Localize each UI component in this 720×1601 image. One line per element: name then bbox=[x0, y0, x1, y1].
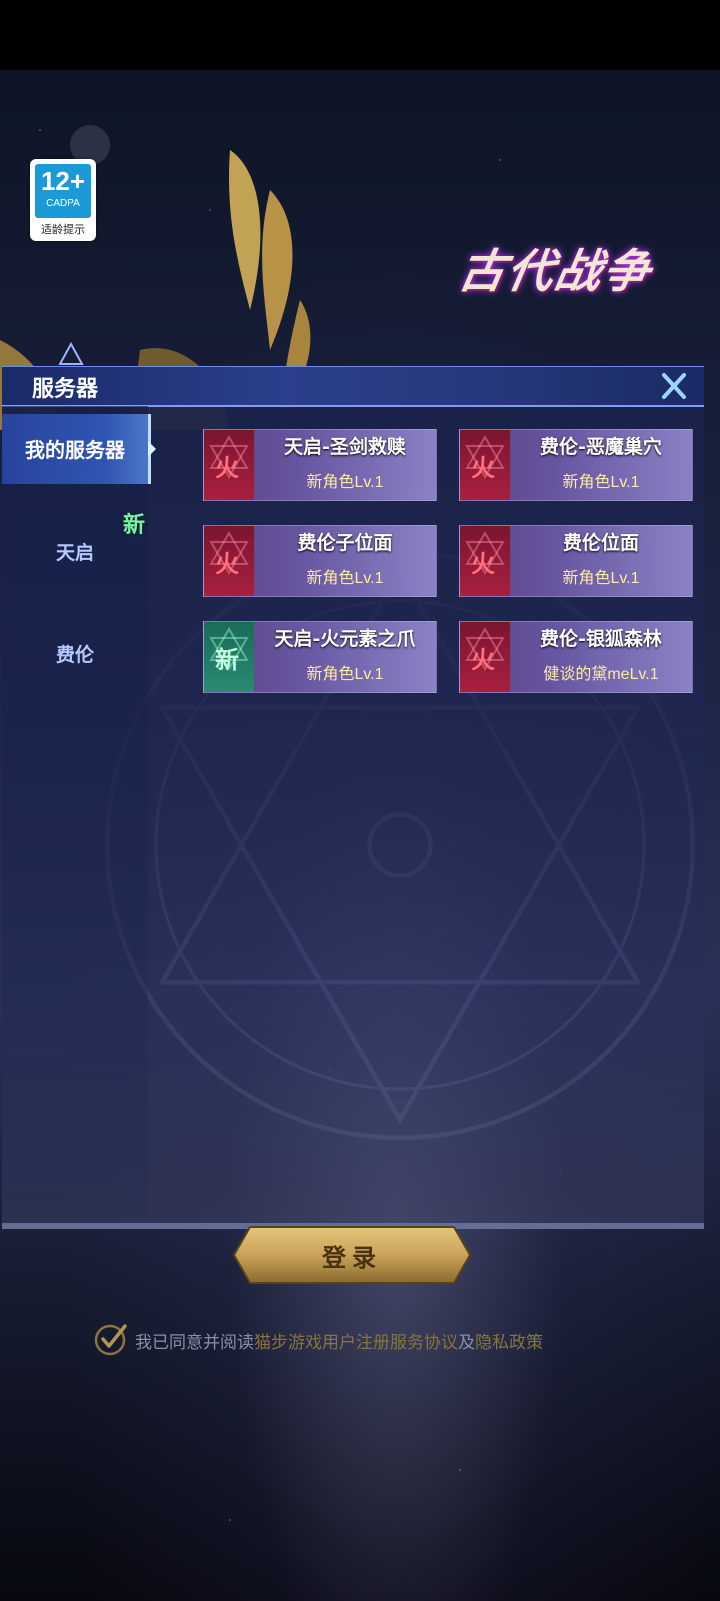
server-name: 费伦子位面 bbox=[297, 532, 393, 554]
server-role: 新角色Lv.1 bbox=[306, 666, 384, 683]
status-bar bbox=[0, 0, 720, 70]
badge-label: 火 bbox=[215, 453, 239, 482]
new-tag: 新 bbox=[123, 512, 146, 538]
game-logo: 古代战争 bbox=[440, 195, 710, 325]
agreement-row: 我已同意并阅读猫步游戏用户注册服务协议及隐私政策 bbox=[93, 1320, 633, 1360]
server-name: 天启-圣剑救赎 bbox=[284, 436, 406, 458]
sidebar-item-label: 费伦 bbox=[55, 644, 94, 666]
server-card[interactable]: 火 天启-圣剑救赎 新角色Lv.1 bbox=[203, 429, 437, 501]
server-status-badge: 火 bbox=[204, 526, 254, 596]
badge-label: 火 bbox=[471, 645, 495, 674]
privacy-policy-link[interactable]: 隐私政策 bbox=[475, 1333, 543, 1353]
server-role: 新角色Lv.1 bbox=[562, 570, 640, 587]
age-rating-tip: 适龄提示 bbox=[41, 223, 85, 236]
panel-title: 服务器 bbox=[32, 376, 99, 402]
sidebar-item-my-servers[interactable]: 我的服务器 bbox=[2, 414, 156, 484]
age-rating-badge: 12+ CADPA 适龄提示 bbox=[30, 159, 96, 241]
server-card[interactable]: 新 天启-火元素之爪 新角色Lv.1 bbox=[203, 621, 437, 693]
game-logo-text: 古代战争 bbox=[454, 244, 657, 298]
sidebar-item-label: 我的服务器 bbox=[25, 438, 125, 462]
badge-label: 火 bbox=[471, 549, 495, 578]
close-icon bbox=[662, 373, 686, 399]
server-status-badge: 新 bbox=[204, 622, 254, 692]
user-agreement-link[interactable]: 猫步游戏用户注册服务协议 bbox=[254, 1333, 458, 1353]
server-card[interactable]: 火 费伦位面 新角色Lv.1 bbox=[459, 525, 693, 597]
server-name: 天启-火元素之爪 bbox=[274, 628, 416, 650]
badge-label: 新 bbox=[215, 645, 239, 674]
server-card[interactable]: 火 费伦-银狐森林 健谈的黛meLv.1 bbox=[459, 621, 693, 693]
badge-label: 火 bbox=[471, 453, 495, 482]
server-name: 费伦-银狐森林 bbox=[540, 628, 662, 650]
server-role: 新角色Lv.1 bbox=[306, 570, 384, 587]
age-rating-org: CADPA bbox=[46, 198, 80, 209]
age-rating-box: 12+ CADPA bbox=[35, 164, 91, 218]
server-status-badge: 火 bbox=[460, 622, 510, 692]
badge-label: 火 bbox=[215, 549, 239, 578]
close-button[interactable] bbox=[654, 367, 694, 405]
agree-checkbox[interactable] bbox=[93, 1320, 131, 1358]
active-arrow-icon bbox=[148, 441, 156, 457]
server-status-badge: 火 bbox=[460, 430, 510, 500]
server-status-badge: 火 bbox=[460, 526, 510, 596]
login-button-label: 登录 bbox=[322, 1243, 382, 1272]
server-panel: 服务器 我的服务器 天启 费伦 新 火 天启-圣剑救赎 新角色Lv.1 火 费伦… bbox=[2, 342, 704, 1229]
age-rating-number: 12+ bbox=[40, 166, 86, 196]
agreement-and: 及 bbox=[458, 1333, 475, 1353]
server-card[interactable]: 火 费伦子位面 新角色Lv.1 bbox=[203, 525, 437, 597]
agreement-prefix: 我已同意并阅读 bbox=[135, 1333, 254, 1353]
server-role: 新角色Lv.1 bbox=[306, 474, 384, 491]
server-card[interactable]: 火 费伦-恶魔巢穴 新角色Lv.1 bbox=[459, 429, 693, 501]
server-role: 新角色Lv.1 bbox=[562, 474, 640, 491]
server-status-badge: 火 bbox=[204, 430, 254, 500]
server-name: 费伦-恶魔巢穴 bbox=[540, 436, 662, 458]
panel-header: 服务器 bbox=[2, 366, 704, 407]
server-name: 费伦位面 bbox=[562, 532, 639, 554]
agreement-text: 我已同意并阅读猫步游戏用户注册服务协议及隐私政策 bbox=[135, 1328, 543, 1353]
sidebar-item-feilun[interactable]: 费伦 bbox=[2, 616, 148, 686]
panel-ornament-icon bbox=[58, 342, 84, 365]
server-role: 健谈的黛meLv.1 bbox=[543, 666, 659, 683]
sidebar-item-label: 天启 bbox=[55, 542, 94, 564]
